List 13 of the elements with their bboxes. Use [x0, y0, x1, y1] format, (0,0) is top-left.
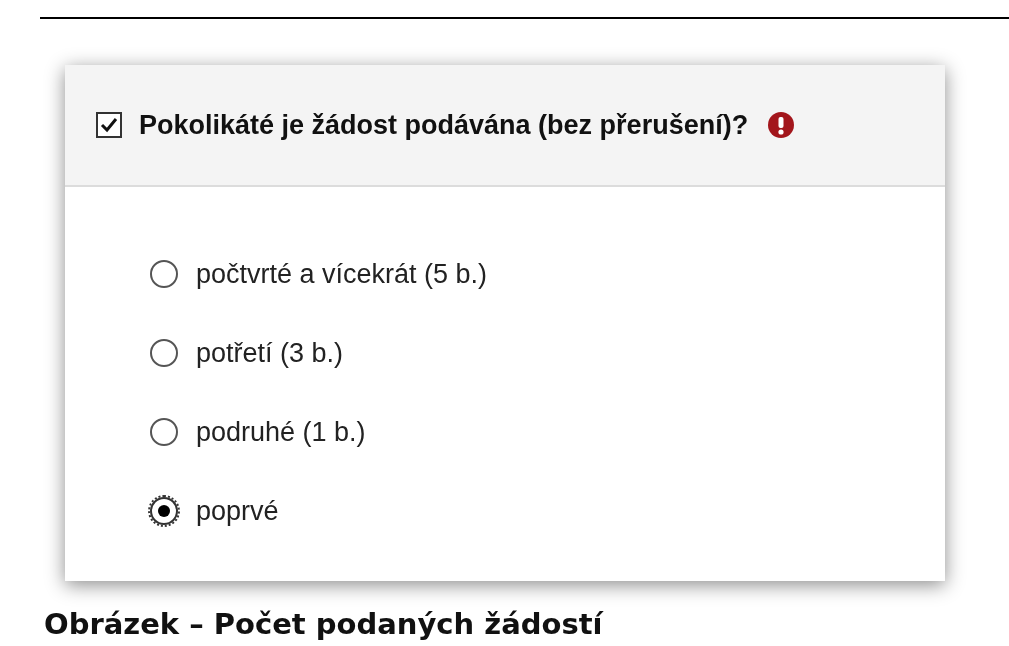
radio-button[interactable] [150, 497, 178, 525]
option-label: poprvé [196, 494, 279, 528]
checkmark-icon [100, 117, 118, 133]
radio-button[interactable] [150, 418, 178, 446]
option-label: potřetí (3 b.) [196, 336, 344, 370]
warning-icon [767, 111, 796, 139]
question-label: Pokolikáté je žádost podávána (bez přerušení)? [139, 108, 749, 142]
checkbox[interactable] [96, 112, 122, 138]
radio-button[interactable] [150, 260, 178, 288]
option-label: počtvrté a vícekrát (5 b.) [196, 257, 488, 291]
figure-caption: Obrázek – Počet podaných žádostí [44, 607, 603, 641]
radio-button[interactable] [150, 339, 178, 367]
option-label: podruhé (1 b.) [196, 415, 366, 449]
